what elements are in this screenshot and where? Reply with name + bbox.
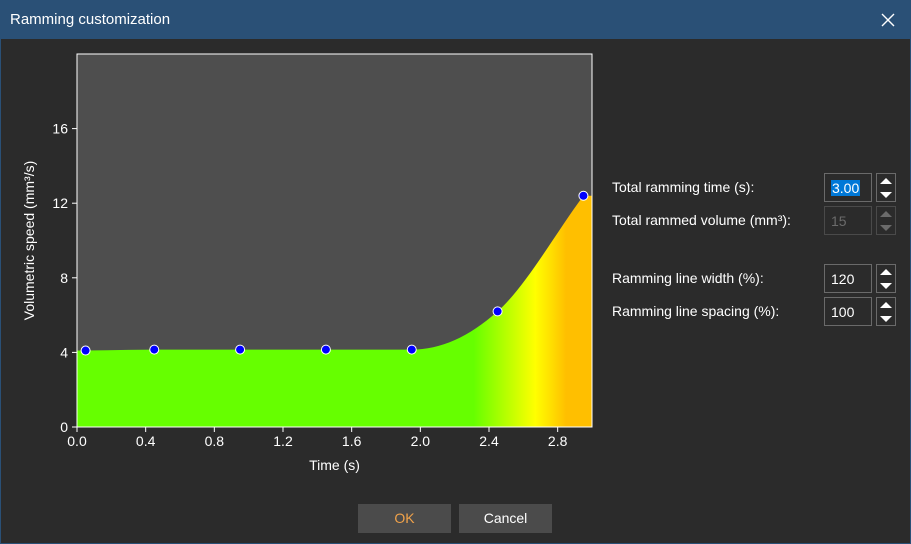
window-title: Ramming customization <box>10 11 171 28</box>
y-tick-label: 4 <box>60 344 68 360</box>
ramming-point[interactable] <box>578 190 589 201</box>
arrow-down-icon <box>880 191 892 198</box>
total-time-decrement[interactable] <box>877 188 895 201</box>
line-width-increment[interactable] <box>877 265 895 278</box>
ramming-point[interactable] <box>320 344 331 355</box>
x-tick-label: 0.4 <box>136 433 156 449</box>
ramming-point[interactable] <box>492 306 503 317</box>
dialog-content: 0.0 0.4 0.8 1.2 1.6 2.0 2.4 2.8 0 4 8 12 16 Time (s) V… <box>0 39 911 544</box>
ok-button[interactable]: OK <box>358 504 451 533</box>
line-spacing-decrement[interactable] <box>877 312 895 325</box>
x-tick-label: 0.8 <box>205 433 225 449</box>
total-volume-increment <box>877 207 895 220</box>
arrow-up-icon <box>880 177 892 184</box>
x-tick-label: 1.6 <box>342 433 362 449</box>
ramming-point[interactable] <box>406 344 417 355</box>
y-tick-label: 8 <box>60 270 68 286</box>
ramming-point[interactable] <box>80 345 91 356</box>
total-time-label: Total ramming time (s): <box>612 179 755 195</box>
total-time-input[interactable]: 3.00 <box>824 173 872 202</box>
total-volume-input: 15 <box>824 206 872 235</box>
line-spacing-label: Ramming line spacing (%): <box>612 303 780 319</box>
line-width-decrement[interactable] <box>877 279 895 292</box>
total-volume-label: Total rammed volume (mm³): <box>612 212 791 228</box>
x-tick-label: 1.2 <box>273 433 293 449</box>
arrow-up-icon <box>880 210 892 217</box>
line-width-label: Ramming line width (%): <box>612 270 764 286</box>
y-tick-label: 16 <box>52 121 68 137</box>
x-axis-label: Time (s) <box>309 457 360 473</box>
x-tick-label: 2.8 <box>548 433 568 449</box>
cancel-button[interactable]: Cancel <box>459 504 552 533</box>
y-tick-label: 12 <box>52 195 68 211</box>
total-time-increment[interactable] <box>877 174 895 187</box>
x-tick-label: 0.0 <box>67 433 87 449</box>
x-tick-label: 2.4 <box>479 433 499 449</box>
line-spacing-increment[interactable] <box>877 298 895 311</box>
arrow-down-icon <box>880 224 892 231</box>
line-spacing-input[interactable]: 100 <box>824 297 872 326</box>
ramming-chart[interactable]: 0.0 0.4 0.8 1.2 1.6 2.0 2.4 2.8 0 4 8 12 16 Time (s) V… <box>1 39 601 479</box>
title-bar: Ramming customization <box>0 0 911 39</box>
y-tick-label: 0 <box>60 419 68 435</box>
y-axis-label: Volumetric speed (mm³/s) <box>21 161 37 320</box>
close-icon <box>881 13 895 26</box>
ramming-point[interactable] <box>235 344 246 355</box>
line-width-input[interactable]: 120 <box>824 264 872 293</box>
x-tick-label: 2.0 <box>411 433 431 449</box>
arrow-down-icon <box>880 282 892 289</box>
arrow-up-icon <box>880 268 892 275</box>
close-button[interactable] <box>865 0 911 39</box>
arrow-down-icon <box>880 315 892 322</box>
ramming-point[interactable] <box>149 344 160 355</box>
arrow-up-icon <box>880 301 892 308</box>
total-volume-decrement <box>877 221 895 234</box>
